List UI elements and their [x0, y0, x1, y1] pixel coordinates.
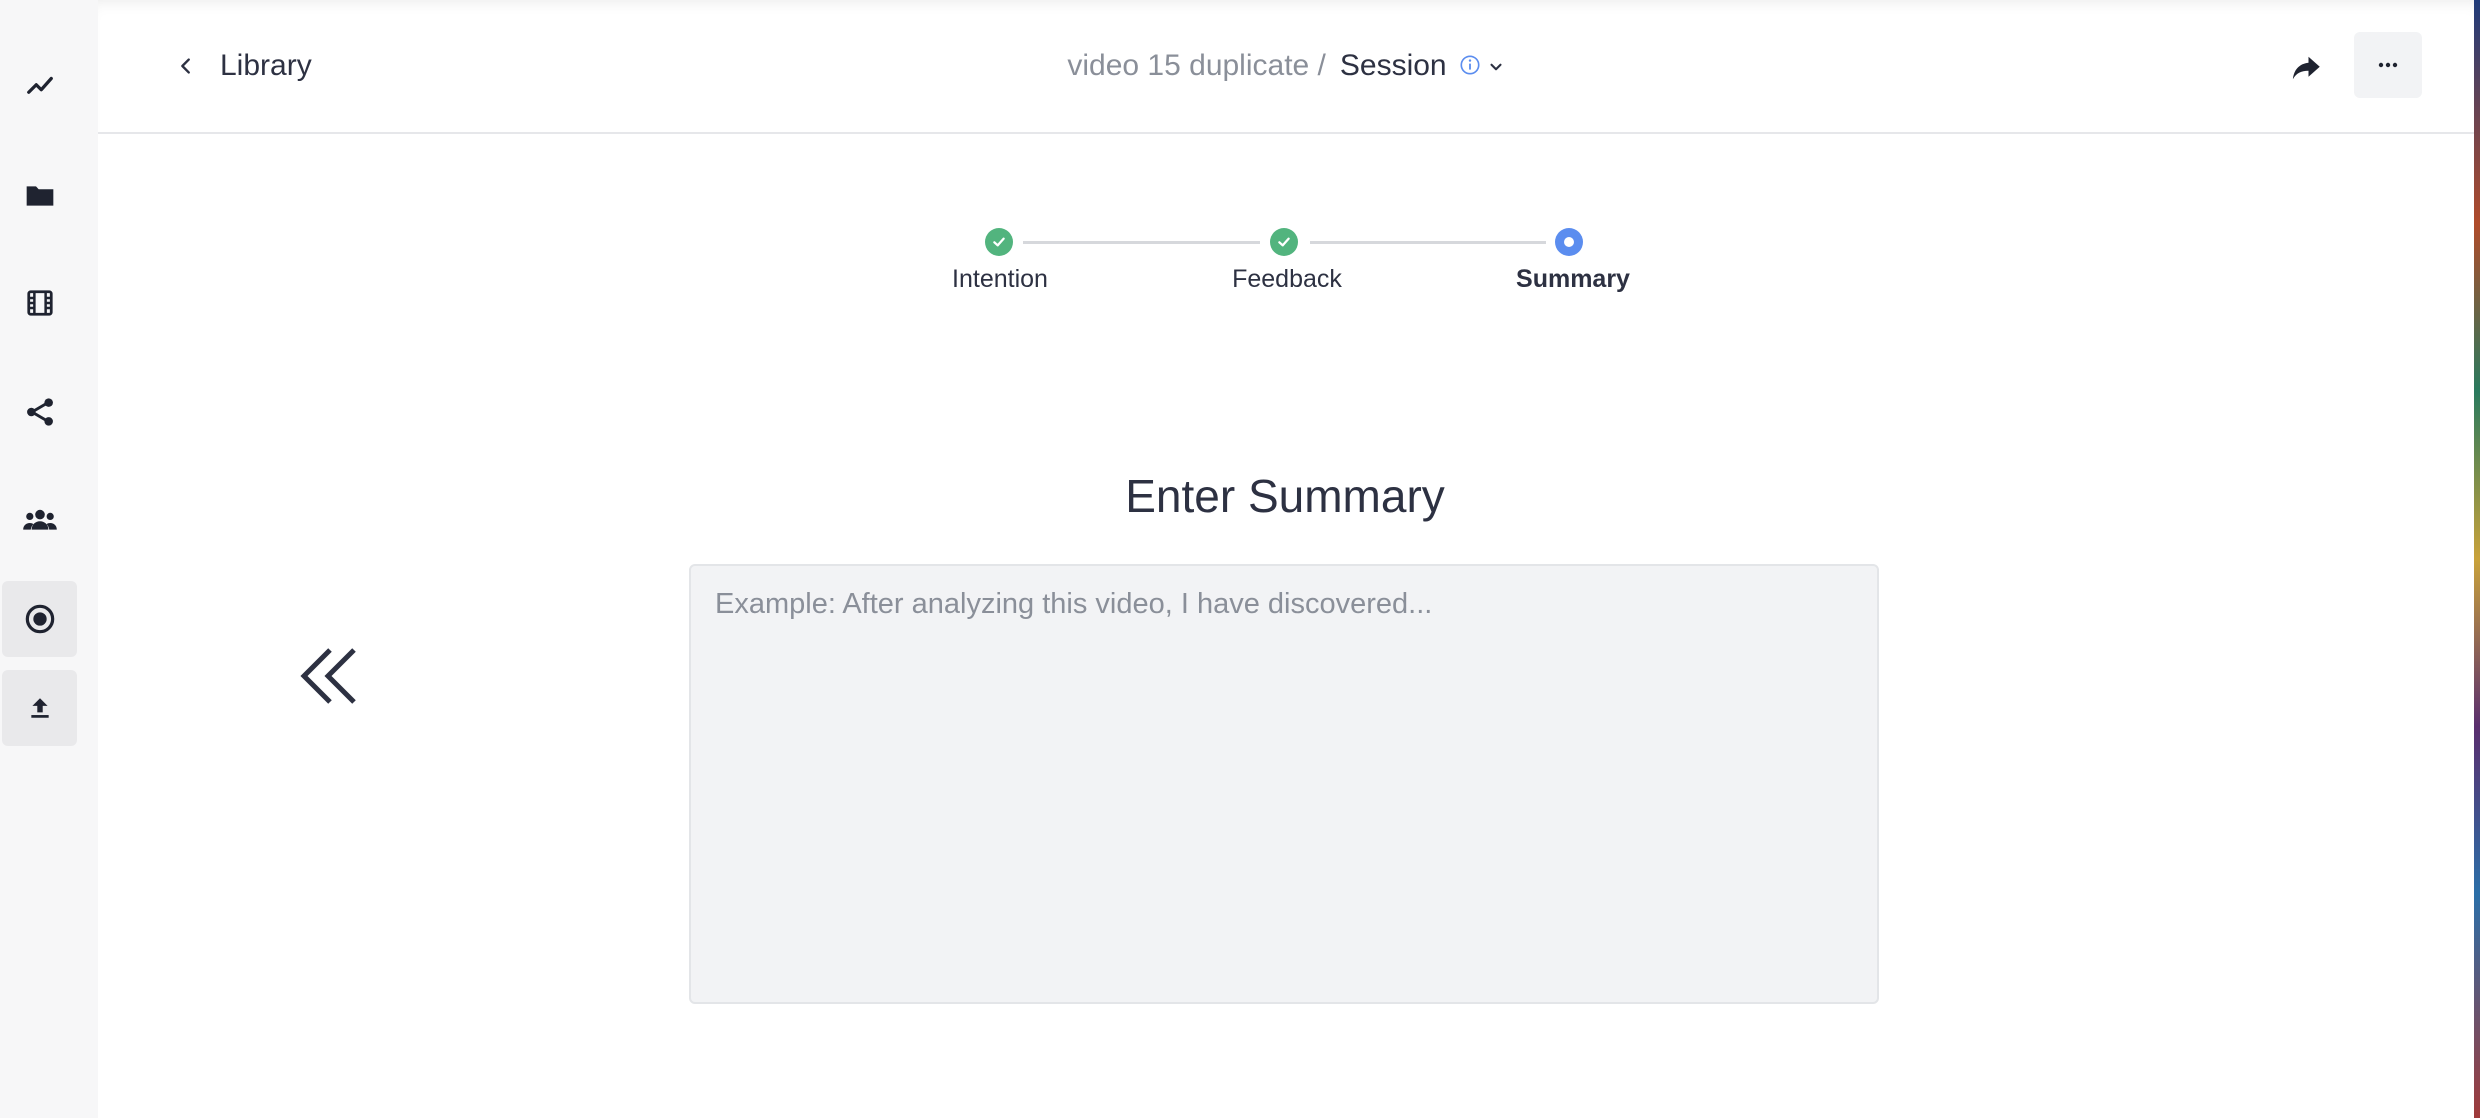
step-connector — [1310, 241, 1546, 244]
step-intention-marker[interactable] — [985, 228, 1013, 256]
sidebar-item-upload[interactable] — [2, 670, 77, 746]
chevron-down-icon[interactable] — [1487, 47, 1505, 87]
check-icon — [993, 237, 1005, 247]
step-label-intention[interactable]: Intention — [890, 264, 1110, 294]
sidebar-item-share[interactable] — [2, 374, 77, 450]
folder-icon — [26, 186, 53, 206]
info-icon[interactable] — [1459, 47, 1481, 87]
sidebar-item-videos[interactable] — [2, 265, 77, 341]
top-header: Library video 15 duplicate / Session — [98, 0, 2474, 134]
step-label-feedback[interactable]: Feedback — [1177, 264, 1397, 294]
more-horizontal-icon — [2378, 62, 2398, 68]
breadcrumb: video 15 duplicate / Session — [98, 46, 2474, 87]
step-connector — [1023, 241, 1260, 244]
breadcrumb-parent[interactable]: video 15 duplicate / — [1067, 49, 1326, 82]
more-options-button[interactable] — [2354, 32, 2422, 98]
summary-title: Enter Summary — [1125, 470, 1445, 522]
summary-textarea[interactable] — [689, 564, 1879, 1004]
sidebar-item-activity[interactable] — [2, 48, 77, 124]
sidebar-item-record[interactable] — [2, 581, 77, 657]
share-button[interactable] — [2282, 44, 2330, 92]
chevrons-left-icon — [300, 648, 356, 704]
collapse-button[interactable] — [292, 640, 364, 712]
step-summary-marker[interactable] — [1555, 228, 1583, 256]
check-icon — [1278, 237, 1290, 247]
window-edge — [2474, 0, 2480, 1118]
record-icon — [25, 604, 54, 634]
share-arrow-icon — [2292, 56, 2320, 80]
left-sidebar — [0, 0, 98, 1118]
upload-icon — [30, 698, 49, 718]
sidebar-item-folders[interactable] — [2, 157, 77, 233]
step-feedback-marker[interactable] — [1270, 228, 1298, 256]
breadcrumb-current: Session — [1339, 49, 1447, 82]
film-icon — [26, 290, 53, 316]
activity-icon — [26, 76, 53, 94]
step-label-summary[interactable]: Summary — [1463, 264, 1683, 294]
share-nodes-icon — [26, 398, 53, 426]
